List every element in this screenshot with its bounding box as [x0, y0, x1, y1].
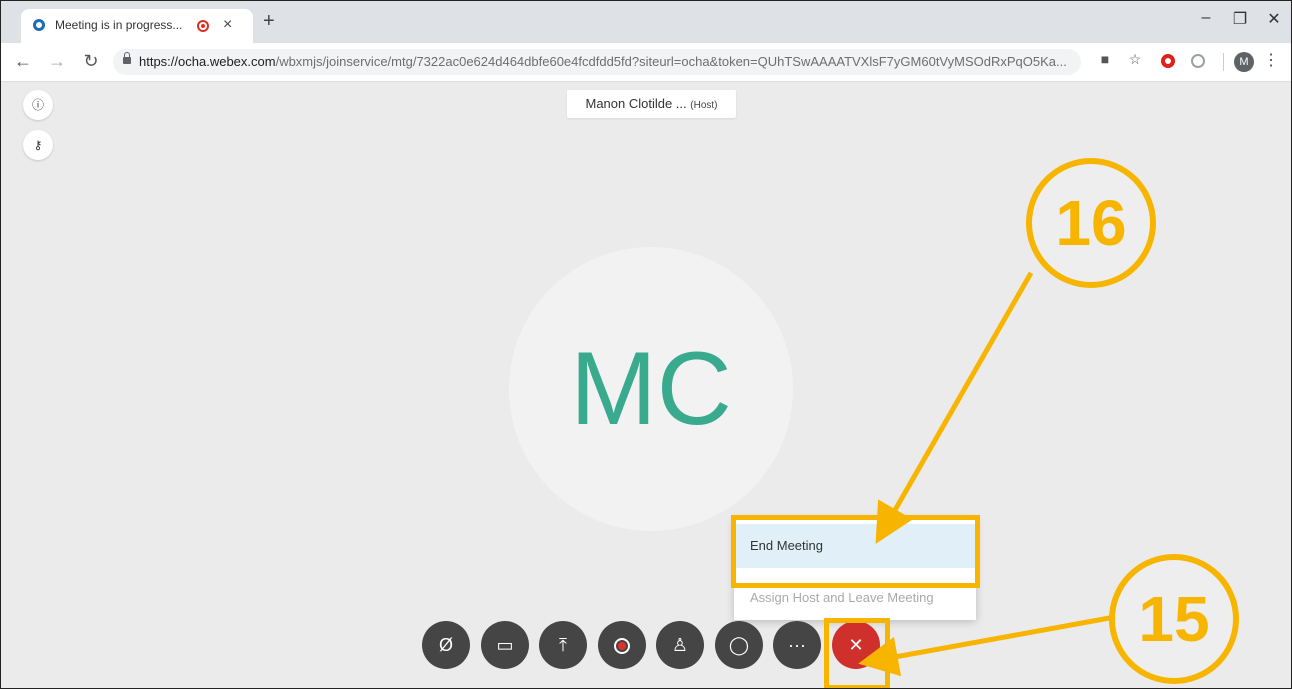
new-tab-button[interactable]: + — [263, 11, 275, 31]
minimize-button[interactable]: – — [1191, 9, 1221, 27]
video-icon: ▭ — [496, 635, 514, 655]
host-name-label: Manon Clotilde ... (Host) — [567, 90, 736, 118]
video-button[interactable]: ▭ — [481, 621, 529, 669]
url-text: https://ocha.webex.com/wbxmjs/joinservic… — [139, 54, 1069, 69]
browser-toolbar: ← → ↻ https://ocha.webex.com/wbxmjs/join… — [1, 43, 1291, 82]
reload-icon[interactable]: ↻ — [79, 49, 103, 73]
tab-title: Meeting is in progress... — [55, 18, 183, 32]
annotation-step-15: 15 — [1109, 554, 1239, 684]
back-arrow-icon[interactable]: ← — [11, 49, 35, 73]
key-icon[interactable]: ⚷ — [23, 130, 53, 160]
toolbar-divider — [1223, 53, 1224, 71]
close-window-button[interactable]: ✕ — [1259, 9, 1289, 29]
extension-icon[interactable] — [1191, 54, 1205, 68]
lock-icon — [123, 52, 131, 64]
browser-window: Meeting is in progress... × + – ❐ ✕ ← → … — [0, 0, 1292, 689]
opera-extension-icon[interactable] — [1161, 54, 1175, 68]
browser-menu-icon[interactable]: ⋮ — [1263, 50, 1279, 70]
host-tag: (Host) — [690, 100, 718, 111]
annotation-step-16: 16 — [1026, 158, 1156, 288]
tab-close-icon[interactable]: × — [223, 16, 232, 34]
mute-button[interactable]: Ø — [422, 621, 470, 669]
camera-indicator-icon[interactable]: ■ — [1095, 51, 1115, 67]
recording-indicator-icon — [197, 20, 209, 32]
participants-icon: ♙ — [671, 635, 689, 655]
url-host: https://ocha.webex.com — [139, 54, 276, 69]
annotation-highlight-end-option — [731, 515, 980, 588]
record-button[interactable] — [598, 621, 646, 669]
share-icon: ⤒ — [559, 635, 567, 655]
record-icon — [614, 638, 630, 655]
url-path: /wbxmjs/joinservice/mtg/7322ac0e624d464d… — [275, 54, 1067, 69]
chat-icon: ◯ — [728, 635, 750, 655]
share-button[interactable]: ⤒ — [539, 621, 587, 669]
webex-favicon-icon — [33, 19, 45, 31]
tab-strip: Meeting is in progress... × + – ❐ ✕ — [1, 1, 1291, 43]
host-name: Manon Clotilde ... — [585, 96, 687, 111]
bookmark-star-icon[interactable]: ☆ — [1125, 51, 1145, 68]
participants-button[interactable]: ♙ — [656, 621, 704, 669]
profile-avatar[interactable]: M — [1234, 52, 1254, 72]
more-options-button[interactable]: ··· — [773, 621, 821, 669]
chat-button[interactable]: ◯ — [715, 621, 763, 669]
restore-button[interactable]: ❐ — [1225, 9, 1255, 29]
forward-arrow-icon[interactable]: → — [45, 49, 69, 73]
avatar-initials: MC — [570, 331, 732, 447]
info-icon[interactable]: ⓘ — [23, 90, 53, 120]
more-icon: ··· — [788, 635, 806, 655]
tab-meeting[interactable]: Meeting is in progress... × — [21, 9, 253, 43]
annotation-highlight-end-button — [824, 618, 890, 688]
participant-avatar: MC — [509, 247, 793, 531]
address-bar[interactable]: https://ocha.webex.com/wbxmjs/joinservic… — [113, 49, 1081, 75]
mic-off-icon: Ø — [438, 635, 453, 655]
